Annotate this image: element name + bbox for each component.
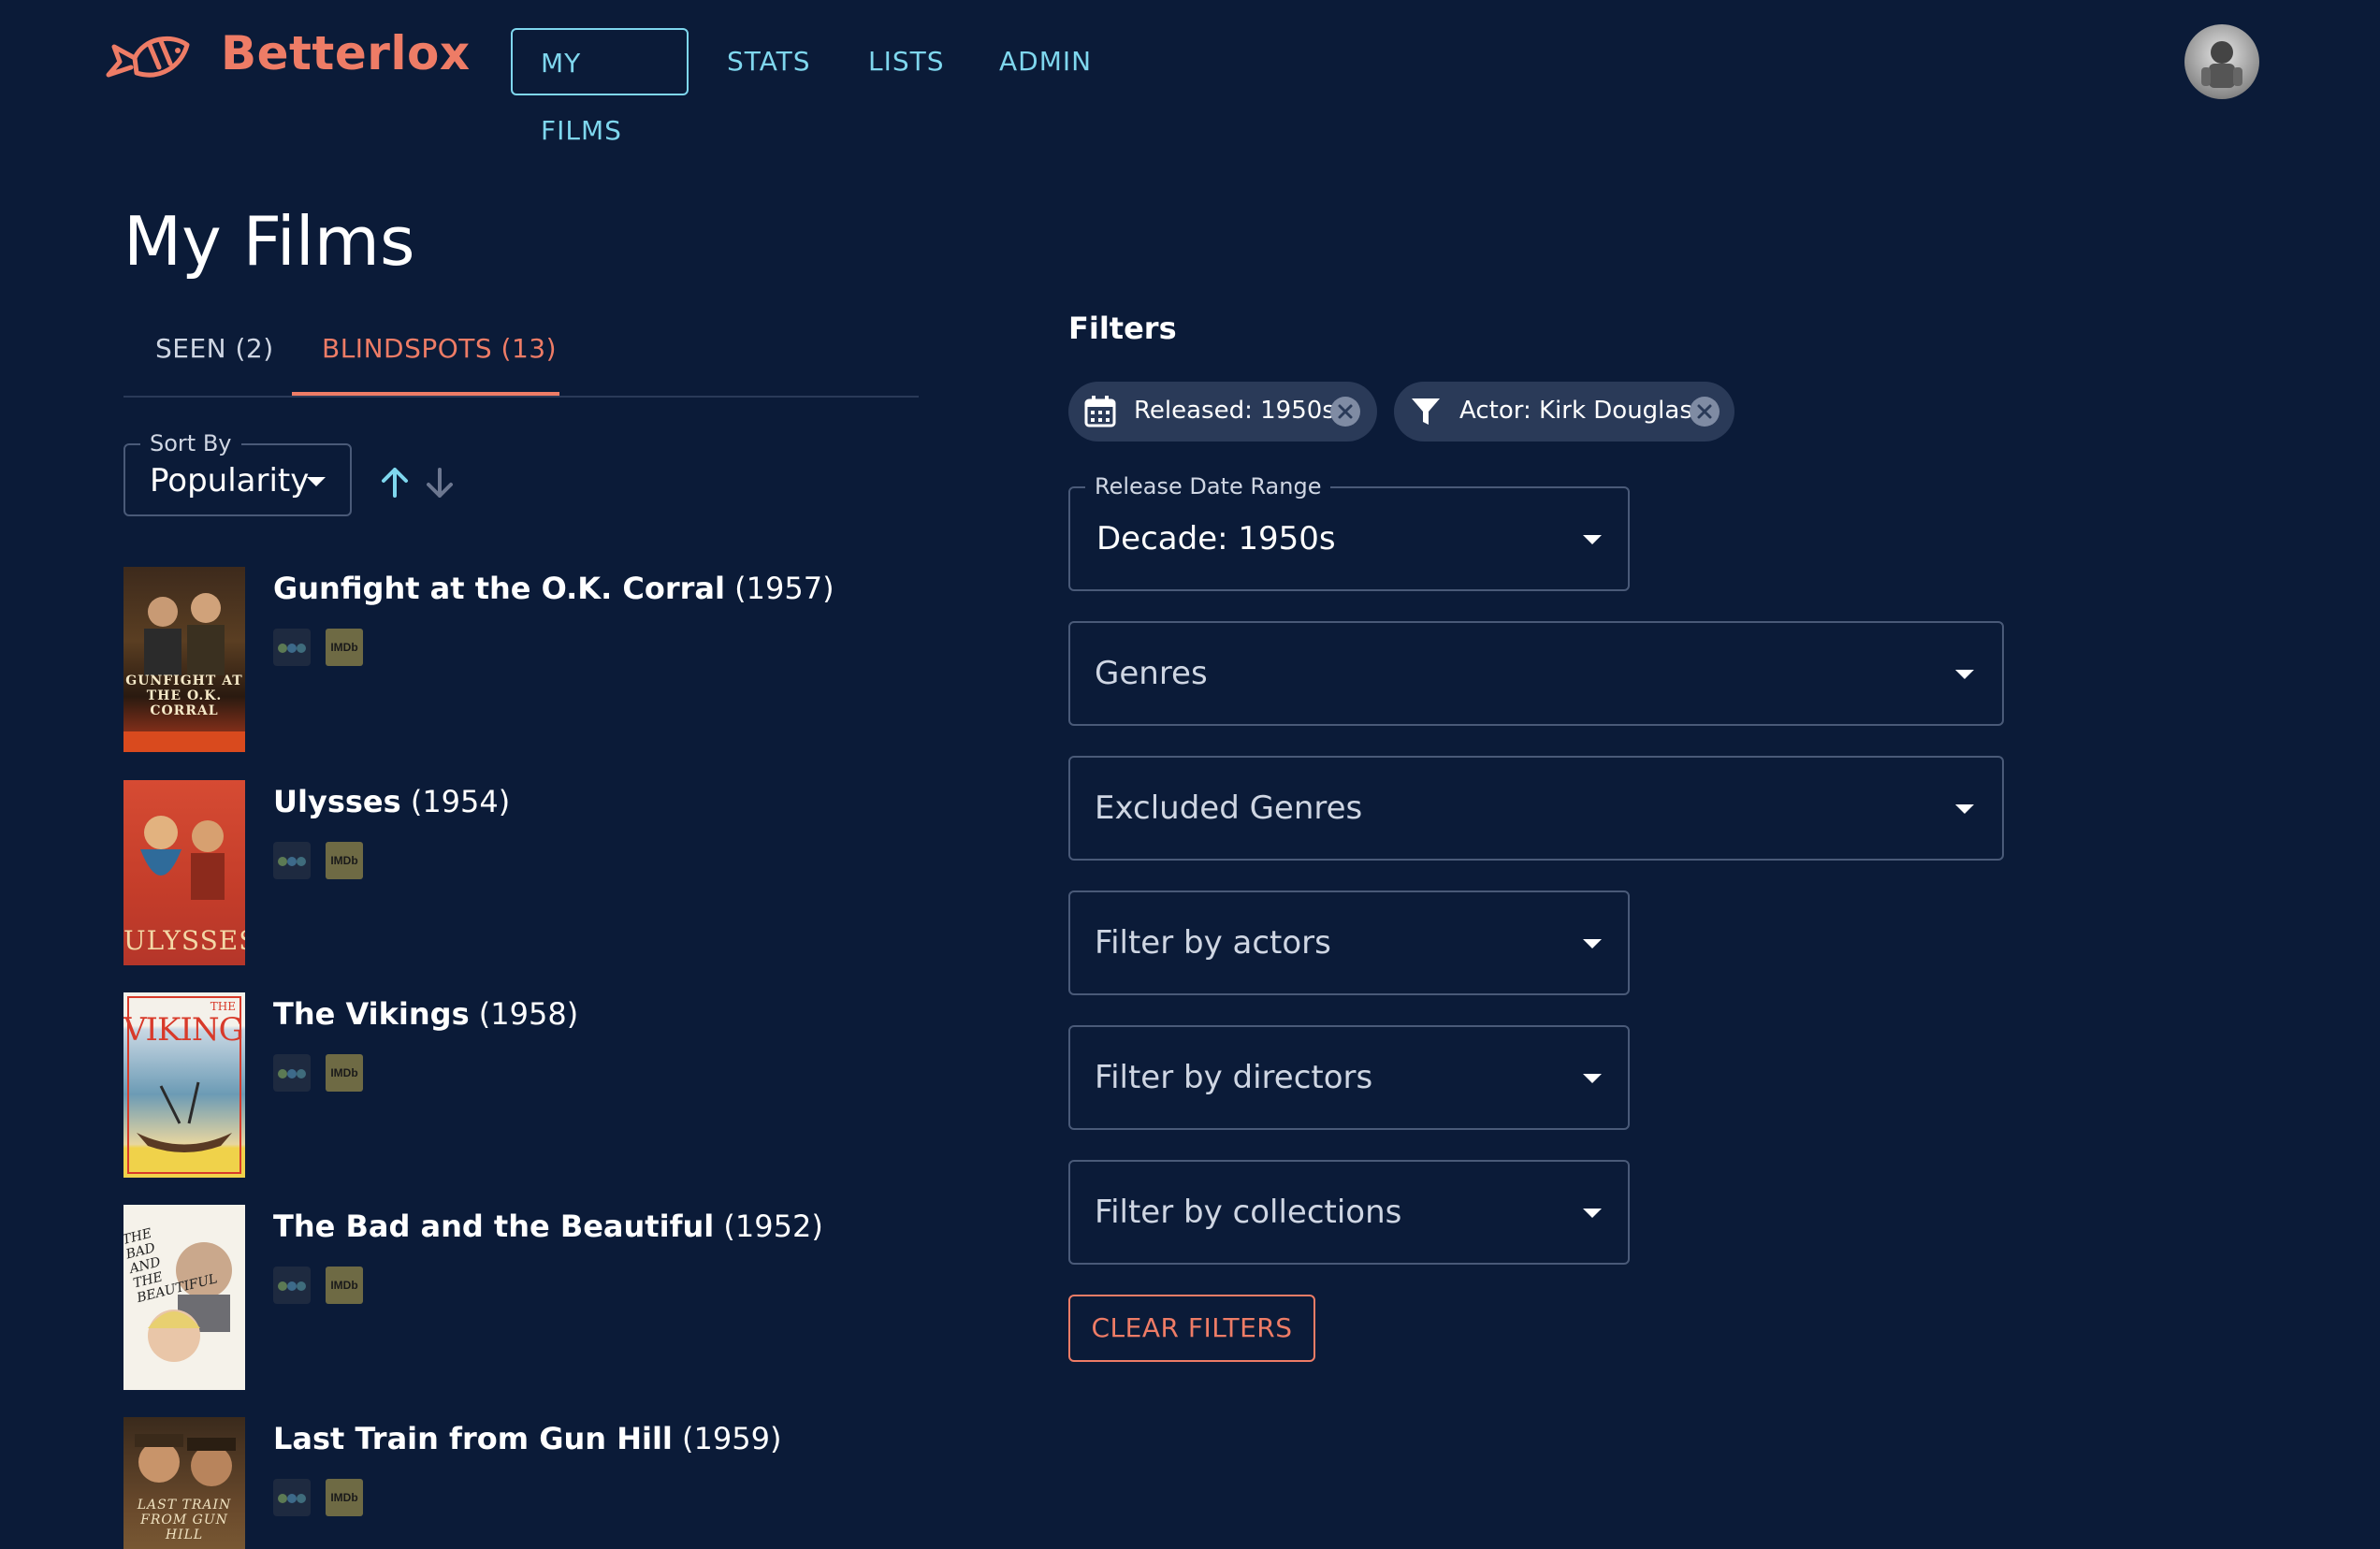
avatar-figure-icon bbox=[2201, 41, 2242, 88]
film-name: The Bad and the Beautiful bbox=[273, 1209, 715, 1244]
letterboxd-icon[interactable] bbox=[273, 842, 311, 879]
clear-filters-button[interactable]: CLEAR FILTERS bbox=[1068, 1295, 1315, 1362]
calendar-icon bbox=[1084, 396, 1116, 427]
tab-seen[interactable]: SEEN (2) bbox=[155, 333, 274, 364]
film-title[interactable]: Ulysses (1954) bbox=[273, 784, 510, 819]
film-poster[interactable]: THE VIKINGS bbox=[123, 992, 245, 1178]
chevron-down-icon bbox=[1583, 939, 1602, 948]
film-name: The Vikings bbox=[273, 996, 470, 1032]
release-date-value: Decade: 1950s bbox=[1096, 520, 1336, 557]
film-poster[interactable]: THE BAD AND THE BEAUTIFUL bbox=[123, 1205, 245, 1390]
film-title[interactable]: The Bad and the Beautiful (1952) bbox=[273, 1209, 823, 1244]
poster-figures-icon bbox=[123, 593, 245, 752]
chevron-down-icon bbox=[1955, 670, 1974, 679]
filter-chip-actor[interactable]: Actor: Kirk Douglas bbox=[1394, 382, 1734, 442]
imdb-icon[interactable]: IMDb bbox=[326, 842, 363, 879]
letterboxd-icon[interactable] bbox=[273, 1267, 311, 1304]
tabs-divider bbox=[123, 396, 919, 398]
chevron-down-icon bbox=[1955, 804, 1974, 814]
filter-chip-released[interactable]: Released: 1950s bbox=[1068, 382, 1377, 442]
film-list-item: ULYSSES Ulysses (1954) IMDb bbox=[123, 780, 965, 965]
chip-remove-icon[interactable] bbox=[1690, 397, 1720, 427]
filter-funnel-icon bbox=[1412, 398, 1440, 425]
film-title[interactable]: The Vikings (1958) bbox=[273, 996, 578, 1032]
nav-my-films[interactable]: MY FILMS bbox=[511, 28, 689, 146]
poster-title-text: GUNFIGHT AT THE O.K. CORRAL bbox=[125, 673, 243, 718]
sort-descending-arrow-icon[interactable] bbox=[419, 462, 460, 503]
film-name: Ulysses bbox=[273, 784, 401, 819]
release-date-range-select[interactable]: Decade: 1950s bbox=[1068, 486, 1630, 591]
sort-ascending-arrow-icon[interactable] bbox=[374, 462, 415, 503]
film-list-item: THE BAD AND THE BEAUTIFUL The Bad and th… bbox=[123, 1205, 965, 1390]
chevron-down-icon bbox=[1583, 535, 1602, 544]
nav-stats[interactable]: STATS bbox=[727, 28, 811, 95]
letterboxd-icon[interactable] bbox=[273, 1479, 311, 1516]
sort-by-value: Popularity bbox=[150, 462, 310, 499]
directors-select[interactable]: Filter by directors bbox=[1068, 1025, 1630, 1130]
chip-label: Actor: Kirk Douglas bbox=[1459, 397, 1692, 425]
letterboxd-icon[interactable] bbox=[273, 629, 311, 666]
film-year: (1959) bbox=[682, 1421, 782, 1456]
genres-select[interactable]: Genres bbox=[1068, 621, 2004, 726]
imdb-icon[interactable]: IMDb bbox=[326, 629, 363, 666]
film-poster[interactable]: LAST TRAIN FROM GUN HILL bbox=[123, 1417, 245, 1549]
tab-blindspots[interactable]: BLINDSPOTS (13) bbox=[322, 333, 557, 364]
actors-placeholder: Filter by actors bbox=[1095, 924, 1331, 962]
filters-heading: Filters bbox=[1068, 311, 1177, 346]
directors-placeholder: Filter by directors bbox=[1095, 1059, 1373, 1096]
excluded-genres-select[interactable]: Excluded Genres bbox=[1068, 756, 2004, 861]
nav-admin[interactable]: ADMIN bbox=[999, 28, 1092, 95]
poster-ship-icon bbox=[137, 1081, 232, 1152]
top-nav-bar: Betterlox MY FILMS STATS LISTS ADMIN bbox=[0, 0, 2380, 146]
page-title: My Films bbox=[123, 202, 415, 281]
film-poster[interactable]: ULYSSES bbox=[123, 780, 245, 965]
film-year: (1958) bbox=[478, 996, 579, 1032]
film-year: (1954) bbox=[410, 784, 511, 819]
collections-select[interactable]: Filter by collections bbox=[1068, 1160, 1630, 1265]
poster-title-text: LAST TRAIN FROM GUN HILL bbox=[137, 1498, 232, 1542]
brand-name[interactable]: Betterlox bbox=[221, 26, 471, 80]
film-name: Gunfight at the O.K. Corral bbox=[273, 571, 725, 606]
chevron-down-icon bbox=[1583, 1074, 1602, 1083]
film-list-item: THE VIKINGS The Vikings (1958) IMDb bbox=[123, 992, 965, 1178]
chevron-down-icon bbox=[1583, 1209, 1602, 1218]
film-poster[interactable]: GUNFIGHT AT THE O.K. CORRAL bbox=[123, 567, 245, 752]
nav-lists[interactable]: LISTS bbox=[868, 28, 945, 95]
chip-label: Released: 1950s bbox=[1134, 397, 1335, 425]
imdb-icon[interactable]: IMDb bbox=[326, 1267, 363, 1304]
sort-caret-down-icon bbox=[307, 477, 326, 486]
user-avatar[interactable] bbox=[2184, 24, 2259, 99]
film-year: (1957) bbox=[734, 571, 834, 606]
imdb-icon[interactable]: IMDb bbox=[326, 1054, 363, 1092]
collections-placeholder: Filter by collections bbox=[1095, 1194, 1402, 1231]
imdb-icon[interactable]: IMDb bbox=[326, 1479, 363, 1516]
film-title[interactable]: Gunfight at the O.K. Corral (1957) bbox=[273, 571, 834, 606]
poster-title-text: ULYSSES bbox=[123, 925, 245, 956]
release-date-label: Release Date Range bbox=[1085, 473, 1331, 499]
excluded-genres-placeholder: Excluded Genres bbox=[1095, 789, 1363, 827]
chip-remove-icon[interactable] bbox=[1330, 397, 1360, 427]
actors-select[interactable]: Filter by actors bbox=[1068, 890, 1630, 995]
genres-placeholder: Genres bbox=[1095, 655, 1208, 692]
sort-by-label: Sort By bbox=[140, 430, 241, 456]
film-year: (1952) bbox=[723, 1209, 823, 1244]
film-list-item: LAST TRAIN FROM GUN HILL Last Train from… bbox=[123, 1417, 965, 1549]
fish-logo-icon[interactable] bbox=[103, 24, 193, 92]
film-title[interactable]: Last Train from Gun Hill (1959) bbox=[273, 1421, 781, 1456]
letterboxd-icon[interactable] bbox=[273, 1054, 311, 1092]
film-list-item: GUNFIGHT AT THE O.K. CORRAL Gunfight at … bbox=[123, 567, 965, 752]
film-name: Last Train from Gun Hill bbox=[273, 1421, 673, 1456]
